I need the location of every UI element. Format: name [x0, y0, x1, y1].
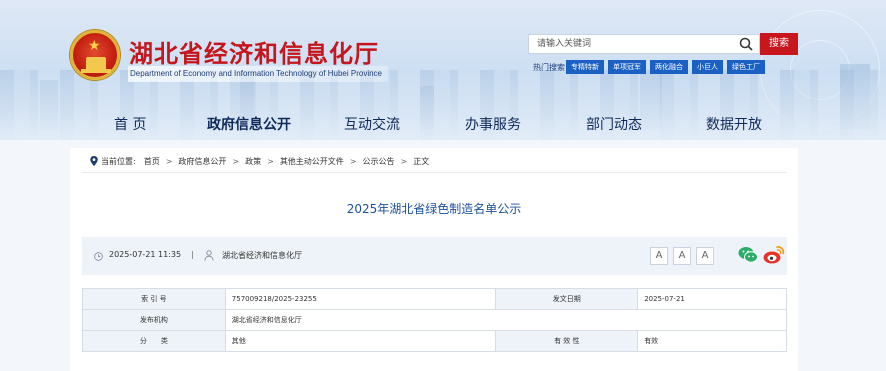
breadcrumb-separator: > — [232, 156, 240, 166]
breadcrumb-separator: > — [349, 156, 357, 166]
category-label: 分 类 — [82, 330, 226, 352]
breadcrumb-item[interactable]: 公示公告 — [363, 156, 395, 167]
index-number-value: 757009218/2025-23255 — [224, 288, 497, 310]
issue-date-value: 2025-07-21 — [637, 288, 787, 310]
hot-tag[interactable]: 小巨人 — [692, 60, 723, 74]
meta-divider: | — [191, 250, 194, 259]
emblem-icon[interactable]: ★ — [70, 30, 120, 80]
article-title: 2025年湖北省绿色制造名单公示 — [346, 202, 522, 216]
hot-tag[interactable]: 专精特新 — [566, 60, 604, 74]
search-icon[interactable] — [739, 37, 753, 51]
hot-tag[interactable]: 两化融合 — [650, 60, 688, 74]
search-input[interactable] — [537, 35, 727, 53]
breadcrumb-item[interactable]: 首页 — [144, 156, 160, 167]
wechat-icon[interactable] — [738, 246, 758, 264]
breadcrumb-prefix: 当前位置: — [101, 156, 136, 166]
divider — [82, 172, 786, 173]
validity-label: 有 效 性 — [495, 330, 639, 352]
clock-icon — [94, 252, 103, 261]
search-box — [528, 34, 760, 54]
issuing-org-value: 湖北省经济和信息化厅 — [224, 309, 788, 331]
breadcrumb: 当前位置: 首页 > 政府信息公开 > 政策 > 其他主动公开文件 > 公示公告… — [90, 154, 429, 168]
nav-item-services[interactable]: 办事服务 — [465, 114, 521, 134]
main-nav: 首 页 政府信息公开 互动交流 办事服务 部门动态 数据开放 — [0, 110, 886, 138]
breadcrumb-item[interactable]: 其他主动公开文件 — [280, 156, 344, 167]
pin-icon — [90, 156, 98, 166]
issue-date-label: 发文日期 — [495, 288, 639, 310]
nav-item-gov-info[interactable]: 政府信息公开 — [207, 114, 291, 134]
issuing-org-label: 发布机构 — [82, 309, 226, 331]
breadcrumb-item[interactable]: 政府信息公开 — [178, 156, 226, 167]
content-panel: 当前位置: 首页 > 政府信息公开 > 政策 > 其他主动公开文件 > 公示公告… — [70, 148, 798, 371]
search-button[interactable]: 搜索 — [760, 33, 798, 55]
table-row: 索 引 号 757009218/2025-23255 发文日期 2025-07-… — [82, 288, 787, 310]
hot-tag[interactable]: 绿色工厂 — [727, 60, 765, 74]
site-subtitle: Department of Economy and Information Te… — [128, 66, 388, 82]
hot-search-tags: 专精特新 单项冠军 两化融合 小巨人 绿色工厂 — [566, 60, 765, 74]
table-row: 分 类 其他 有 效 性 有效 — [82, 330, 787, 352]
user-icon — [204, 250, 214, 261]
document-info-table: 索 引 号 757009218/2025-23255 发文日期 2025-07-… — [82, 288, 788, 352]
validity-value: 有效 — [637, 330, 787, 352]
font-size-small-button[interactable]: A — [650, 247, 668, 265]
breadcrumb-item[interactable]: 政策 — [245, 156, 261, 167]
font-size-large-button[interactable]: A — [696, 247, 714, 265]
nav-item-open-data[interactable]: 数据开放 — [706, 114, 762, 134]
nav-item-interaction[interactable]: 互动交流 — [344, 114, 400, 134]
breadcrumb-separator: > — [400, 156, 408, 166]
nav-item-dept-news[interactable]: 部门动态 — [586, 114, 642, 134]
nav-item-home[interactable]: 首 页 — [114, 114, 146, 134]
article-meta-bar: 2025-07-21 11:35 | 湖北省经济和信息化厅 A A A — [82, 237, 787, 275]
index-number-label: 索 引 号 — [82, 288, 226, 310]
publish-date: 2025-07-21 11:35 — [109, 250, 182, 259]
category-value: 其他 — [224, 330, 497, 352]
breadcrumb-separator: > — [165, 156, 173, 166]
font-size-medium-button[interactable]: A — [673, 247, 691, 265]
hot-tag[interactable]: 单项冠军 — [608, 60, 646, 74]
publish-source: 湖北省经济和信息化厅 — [222, 251, 302, 260]
site-title[interactable]: 湖北省经济和信息化厅 — [129, 34, 379, 69]
weibo-icon[interactable] — [763, 245, 785, 265]
breadcrumb-item-current: 正文 — [413, 156, 430, 166]
breadcrumb-separator: > — [267, 156, 274, 166]
table-row: 发布机构 湖北省经济和信息化厅 — [82, 309, 788, 331]
